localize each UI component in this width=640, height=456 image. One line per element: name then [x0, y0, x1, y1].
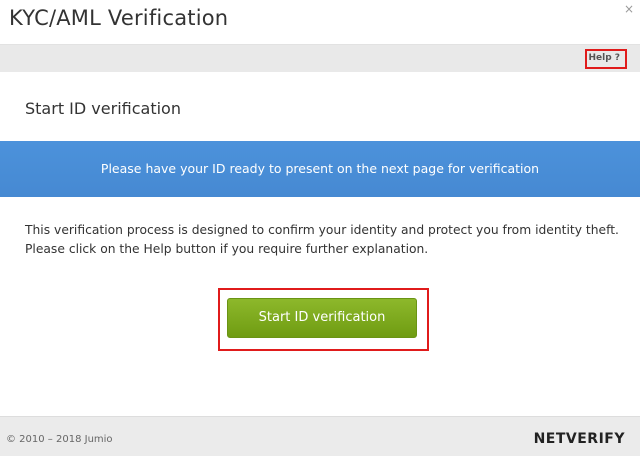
- description-text: This verification process is designed to…: [25, 223, 619, 256]
- banner-text: Please have your ID ready to present on …: [100, 161, 540, 176]
- help-button[interactable]: Help ?: [588, 53, 620, 63]
- brand-logo: NETVERIFY: [533, 431, 625, 447]
- help-bar: Help ?: [0, 44, 640, 73]
- start-id-verification-button[interactable]: Start ID verification: [227, 298, 417, 338]
- copyright-text: © 2010 – 2018 Jumio: [6, 434, 113, 445]
- title-bar: KYC/AML Verification ×: [0, 0, 640, 44]
- footer: © 2010 – 2018 Jumio NETVERIFY: [0, 416, 640, 456]
- window-title: KYC/AML Verification: [9, 6, 229, 30]
- info-banner: Please have your ID ready to present on …: [0, 141, 640, 197]
- page-heading: Start ID verification: [25, 99, 181, 118]
- close-icon[interactable]: ×: [624, 2, 634, 16]
